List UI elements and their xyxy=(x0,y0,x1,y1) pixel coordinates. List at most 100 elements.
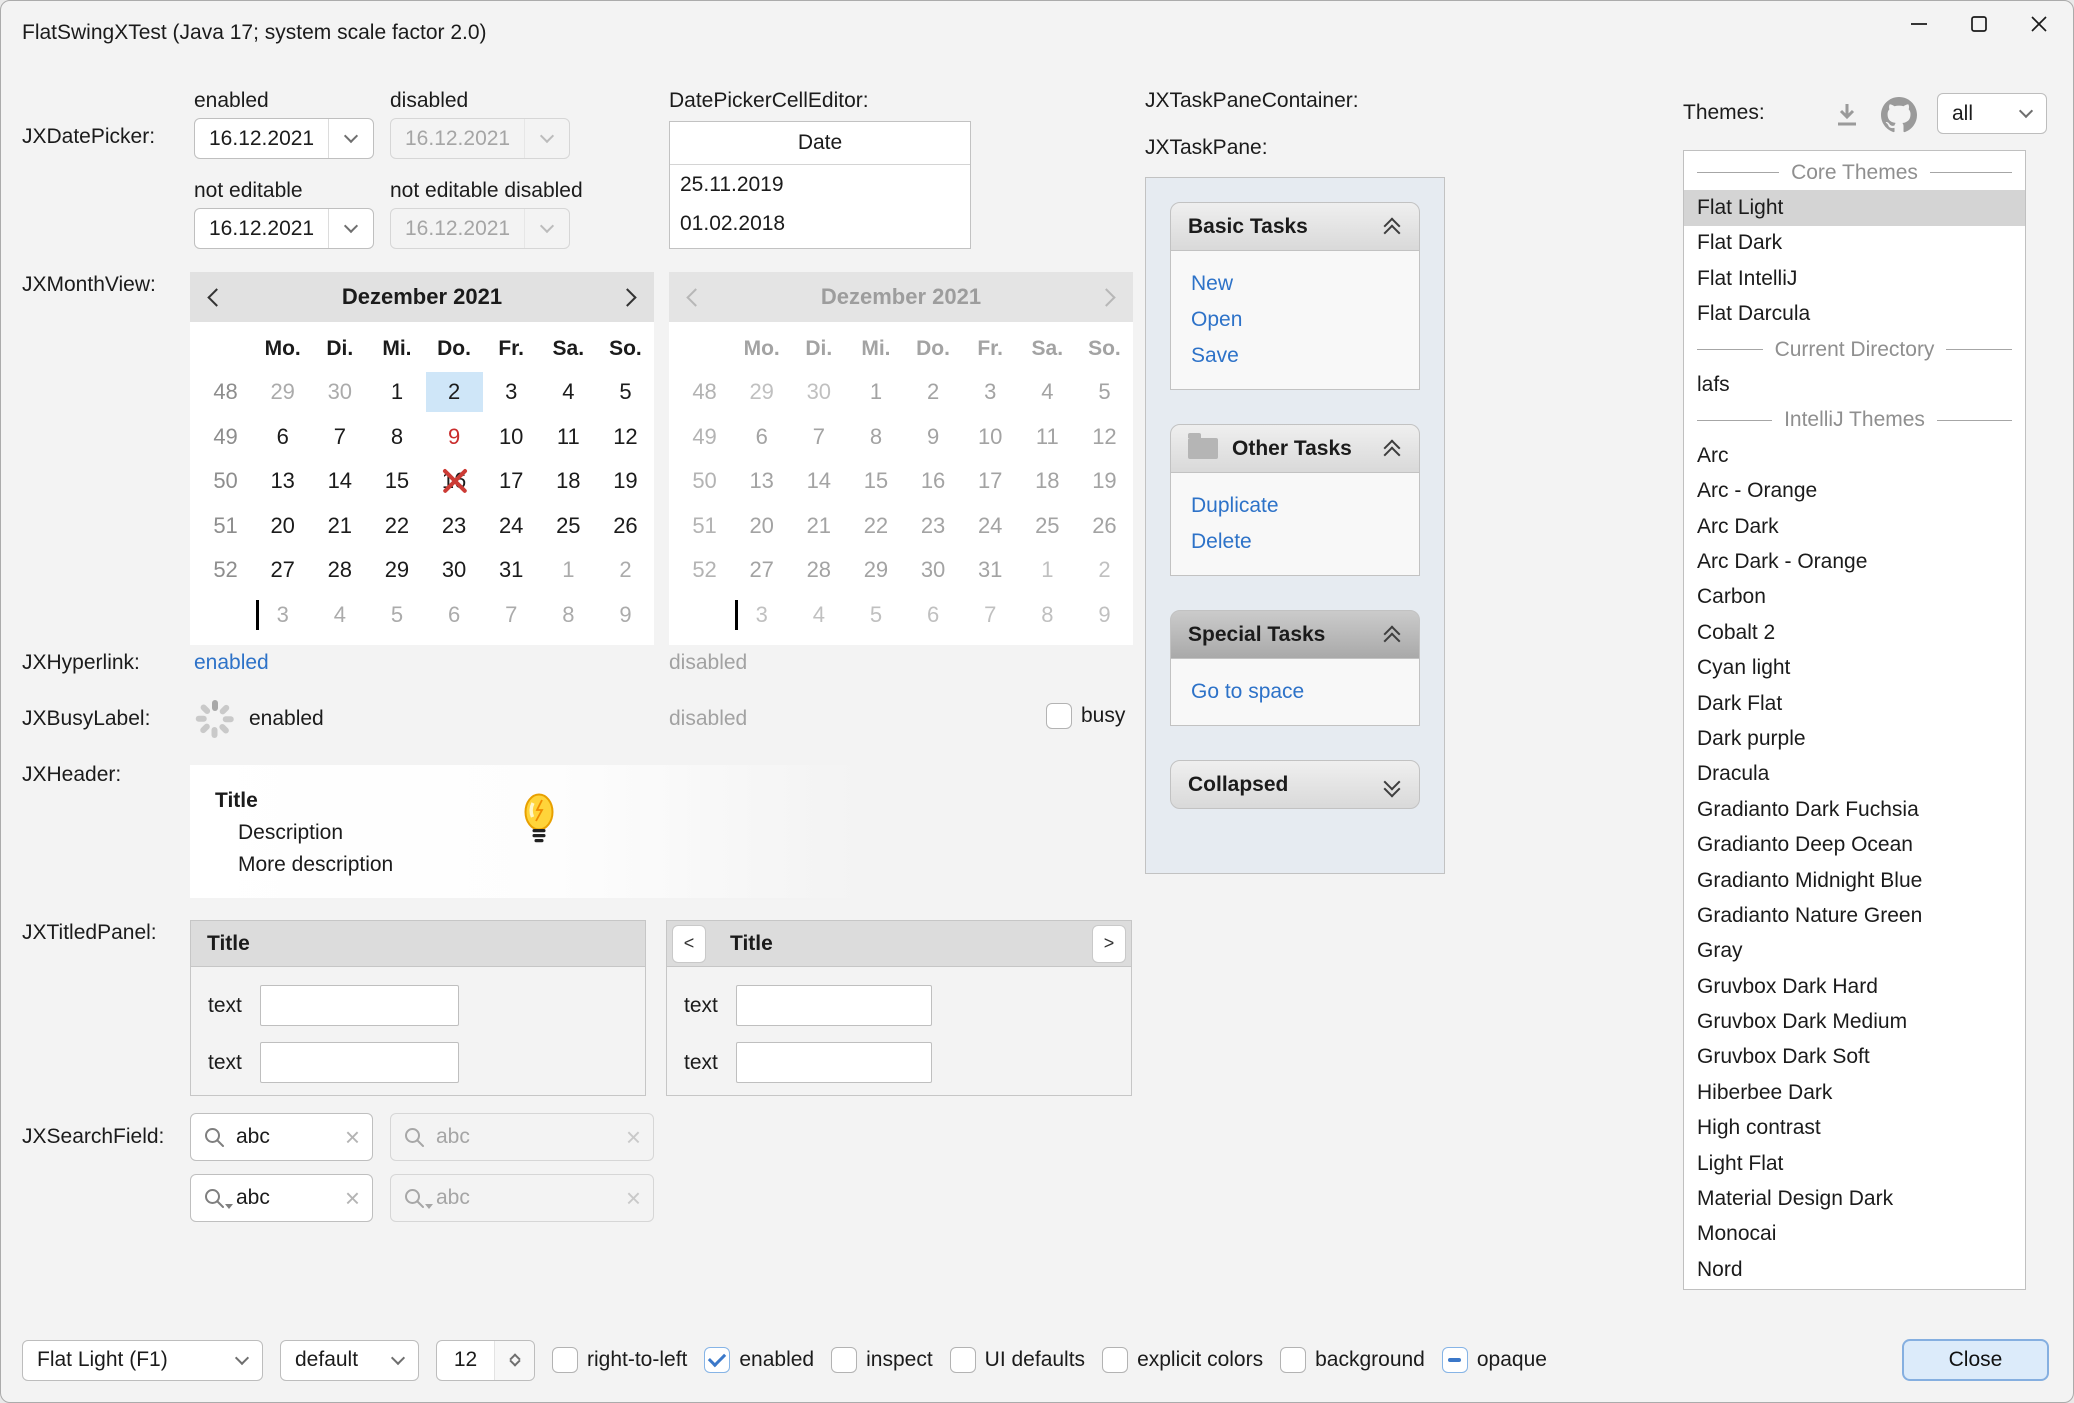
day-cell[interactable]: 3 xyxy=(254,595,311,635)
day-cell[interactable]: 8 xyxy=(540,595,597,635)
search-input[interactable]: abc xyxy=(236,1125,335,1149)
font-combobox[interactable]: default xyxy=(280,1340,419,1381)
task-link[interactable]: Save xyxy=(1171,338,1419,374)
collapse-chevron-icon[interactable] xyxy=(1382,624,1402,646)
day-cell[interactable]: 6 xyxy=(426,595,483,635)
theme-row[interactable]: Current Directory xyxy=(1684,332,2025,367)
panel-next-button[interactable]: > xyxy=(1092,925,1126,963)
theme-row[interactable]: Gruvbox Dark Medium xyxy=(1684,1004,2025,1039)
theme-row[interactable]: Flat Darcula xyxy=(1684,297,2025,332)
toolbar-checkbox[interactable]: explicit colors xyxy=(1102,1347,1263,1373)
datepicker-not-editable[interactable]: 16.12.2021 xyxy=(194,208,374,249)
themes-filter-combobox[interactable]: all xyxy=(1937,93,2047,134)
day-cell[interactable]: 14 xyxy=(311,461,368,501)
theme-row[interactable]: Flat IntelliJ xyxy=(1684,261,2025,296)
toolbar-checkbox[interactable]: right-to-left xyxy=(552,1347,687,1373)
day-cell[interactable]: 19 xyxy=(597,461,654,501)
theme-row[interactable]: Gradianto Deep Ocean xyxy=(1684,827,2025,862)
day-cell[interactable]: 3 xyxy=(483,372,540,412)
day-cell[interactable]: 7 xyxy=(311,417,368,457)
task-link[interactable]: Duplicate xyxy=(1171,488,1419,524)
theme-row[interactable]: Arc xyxy=(1684,438,2025,473)
day-cell[interactable]: 24 xyxy=(483,506,540,546)
theme-row[interactable]: Hiberbee Dark xyxy=(1684,1075,2025,1110)
minimize-button[interactable] xyxy=(1889,1,1949,47)
taskpane-header[interactable]: Collapsed xyxy=(1170,760,1420,809)
collapse-chevron-icon[interactable] xyxy=(1382,216,1402,238)
theme-row[interactable]: Flat Light xyxy=(1684,190,2025,225)
day-cell[interactable]: 4 xyxy=(540,372,597,412)
checkbox-icon[interactable] xyxy=(831,1347,857,1373)
datepicker-dropdown-button[interactable] xyxy=(328,209,373,248)
toolbar-checkbox[interactable]: opaque xyxy=(1442,1347,1547,1373)
checkbox-icon[interactable] xyxy=(704,1347,730,1373)
close-window-button[interactable] xyxy=(2009,1,2069,47)
collapse-chevron-icon[interactable] xyxy=(1382,438,1402,460)
day-cell[interactable]: 16 xyxy=(426,461,483,501)
day-cell[interactable]: 21 xyxy=(311,506,368,546)
day-cell[interactable]: 27 xyxy=(254,550,311,590)
checkbox-icon[interactable] xyxy=(1442,1347,1468,1373)
checkbox-icon[interactable] xyxy=(1280,1347,1306,1373)
day-cell[interactable]: 15 xyxy=(368,461,425,501)
theme-row[interactable]: Arc - Orange xyxy=(1684,474,2025,509)
day-cell[interactable]: 30 xyxy=(311,372,368,412)
day-cell[interactable]: 4 xyxy=(311,595,368,635)
checkbox-icon[interactable] xyxy=(950,1347,976,1373)
date-cell-editor-table[interactable]: Date 25.11.2019 01.02.2018 xyxy=(669,121,971,249)
text-input[interactable] xyxy=(736,1042,932,1083)
day-cell[interactable]: 26 xyxy=(597,506,654,546)
toolbar-checkbox[interactable]: inspect xyxy=(831,1347,933,1373)
theme-row[interactable]: Dark Flat xyxy=(1684,686,2025,721)
day-cell[interactable]: 5 xyxy=(368,595,425,635)
theme-row[interactable]: Light Flat xyxy=(1684,1146,2025,1181)
prev-month-icon[interactable] xyxy=(207,288,225,306)
search-field-with-menu[interactable]: abc × xyxy=(190,1174,373,1222)
day-cell[interactable]: 1 xyxy=(368,372,425,412)
theme-row[interactable]: Dracula xyxy=(1684,757,2025,792)
day-cell[interactable]: 17 xyxy=(483,461,540,501)
laf-combobox[interactable]: Flat Light (F1) xyxy=(22,1340,263,1381)
toolbar-checkbox[interactable]: enabled xyxy=(704,1347,814,1373)
theme-row[interactable]: Arc Dark - Orange xyxy=(1684,544,2025,579)
theme-row[interactable]: Gruvbox Dark Soft xyxy=(1684,1040,2025,1075)
theme-row[interactable]: Monocai xyxy=(1684,1217,2025,1252)
maximize-button[interactable] xyxy=(1949,1,2009,47)
theme-row[interactable]: Dark purple xyxy=(1684,721,2025,756)
text-input[interactable] xyxy=(260,1042,459,1083)
day-cell[interactable]: 11 xyxy=(540,417,597,457)
magnifier-with-menu-icon[interactable] xyxy=(203,1187,226,1210)
table-column-header[interactable]: Date xyxy=(670,122,970,165)
day-cell[interactable]: 29 xyxy=(368,550,425,590)
checkbox-icon[interactable] xyxy=(552,1347,578,1373)
table-row[interactable]: 01.02.2018 xyxy=(670,204,970,243)
themes-list[interactable]: Core Themes Flat Light Flat Dark Flat In… xyxy=(1683,150,2026,1290)
day-cell[interactable]: 1 xyxy=(540,550,597,590)
font-size-spinner[interactable]: 12 xyxy=(436,1340,535,1381)
day-cell[interactable]: 13 xyxy=(254,461,311,501)
theme-row[interactable]: Cyan light xyxy=(1684,650,2025,685)
theme-row[interactable]: Core Themes xyxy=(1684,155,2025,190)
toolbar-checkbox[interactable]: background xyxy=(1280,1347,1425,1373)
day-cell[interactable]: 9 xyxy=(597,595,654,635)
day-cell[interactable]: 28 xyxy=(311,550,368,590)
theme-row[interactable]: Gray xyxy=(1684,934,2025,969)
datepicker-enabled[interactable]: 16.12.2021 xyxy=(194,118,374,159)
day-cell[interactable]: 7 xyxy=(483,595,540,635)
day-cell[interactable]: 9 xyxy=(426,417,483,457)
theme-row[interactable]: High contrast xyxy=(1684,1111,2025,1146)
collapse-chevron-icon[interactable] xyxy=(1382,774,1402,796)
day-cell[interactable]: 8 xyxy=(368,417,425,457)
task-link[interactable]: Delete xyxy=(1171,524,1419,560)
theme-row[interactable]: Gradianto Dark Fuchsia xyxy=(1684,792,2025,827)
checkbox-icon[interactable] xyxy=(1102,1347,1128,1373)
taskpane-header[interactable]: Other Tasks xyxy=(1170,424,1420,473)
close-button[interactable]: Close xyxy=(1902,1339,2049,1381)
theme-row[interactable]: Flat Dark xyxy=(1684,226,2025,261)
theme-row[interactable]: IntelliJ Themes xyxy=(1684,403,2025,438)
checkbox-unchecked-icon[interactable] xyxy=(1046,703,1072,729)
text-input[interactable] xyxy=(260,985,459,1026)
theme-row[interactable]: Carbon xyxy=(1684,580,2025,615)
busy-checkbox[interactable]: busy xyxy=(1046,703,1125,729)
toolbar-checkbox[interactable]: UI defaults xyxy=(950,1347,1085,1373)
